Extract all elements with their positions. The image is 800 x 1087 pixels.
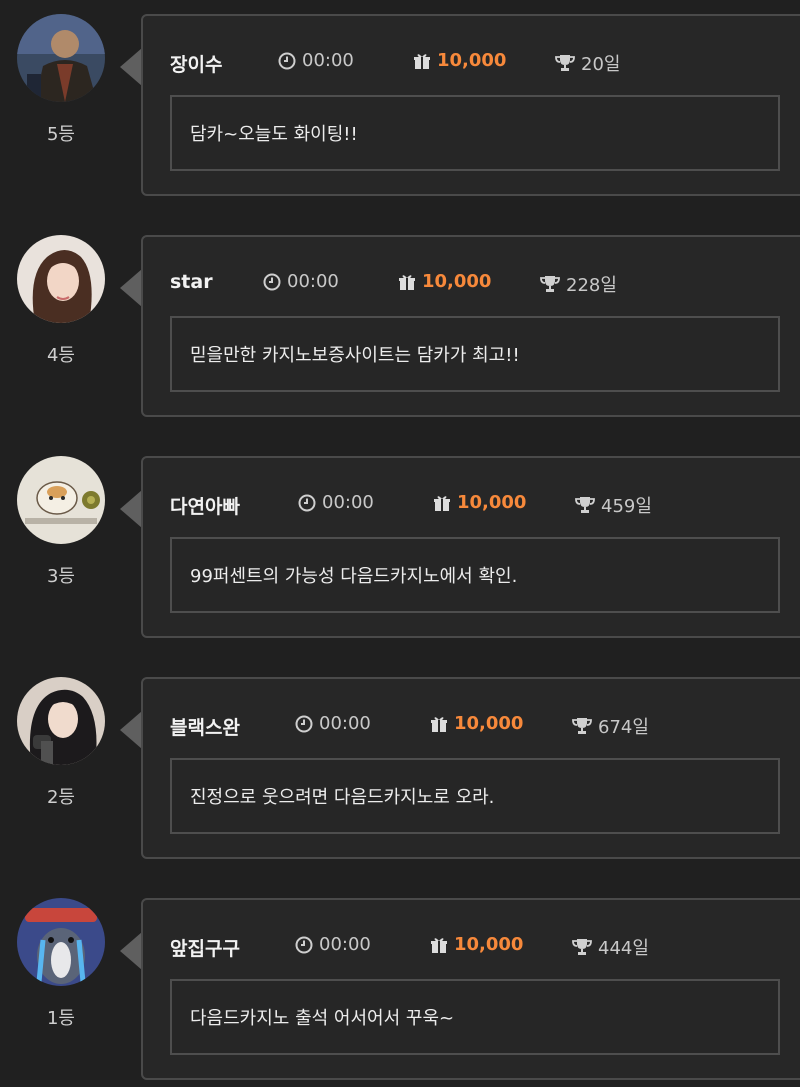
checkin-time: 00:00 (322, 492, 374, 513)
attendance-days: 459일 (601, 496, 652, 517)
user-name[interactable]: 다연아빠 (170, 492, 240, 519)
rank-label: 5등 (46, 124, 75, 145)
woman-microphone-avatar (17, 677, 105, 765)
trophy-icon (572, 938, 592, 956)
comment-message: 담카~오늘도 화이팅!! (170, 95, 780, 171)
reward-points: 10,000 (454, 713, 524, 734)
gift-icon (433, 494, 451, 512)
attendance-days: 20일 (581, 54, 621, 75)
checkin-time: 00:00 (319, 713, 371, 734)
attendance-entry: 2등 블랙스완 00:00 10,000 674일 진정으로 웃으려면 다음드카… (0, 677, 800, 863)
user-avatar[interactable] (17, 898, 105, 986)
clock-icon (263, 273, 281, 291)
trophy-icon (540, 275, 560, 293)
attendance-days: 674일 (598, 717, 649, 738)
woman-portrait-avatar (17, 235, 105, 323)
rank-label: 4등 (46, 345, 75, 366)
attendance-entry: 1등 앞집구구 00:00 10,000 444일 다음드카지노 출석 어서어서… (0, 898, 800, 1084)
checkin-time: 00:00 (319, 934, 371, 955)
comment-card: 다연아빠 00:00 10,000 459일 99퍼센트의 가능성 다음드카지노… (141, 456, 800, 638)
gift-icon (430, 715, 448, 733)
user-avatar[interactable] (17, 677, 105, 765)
hamster-drawing-avatar (17, 456, 105, 544)
user-avatar[interactable] (17, 235, 105, 323)
rank-label: 2등 (46, 787, 75, 808)
gift-icon (398, 273, 416, 291)
reward-points: 10,000 (422, 271, 492, 292)
comment-card: 블랙스완 00:00 10,000 674일 진정으로 웃으려면 다음드카지노로… (141, 677, 800, 859)
trophy-icon (572, 717, 592, 735)
clock-icon (278, 52, 296, 70)
user-avatar[interactable] (17, 456, 105, 544)
attendance-entry: 3등 다연아빠 00:00 10,000 459일 99퍼센트의 가능성 다음드… (0, 456, 800, 642)
comment-card: star 00:00 10,000 228일 믿을만한 카지노보증사이트는 담카… (141, 235, 800, 417)
clock-icon (295, 936, 313, 954)
man-in-coat-avatar (17, 14, 105, 102)
attendance-days: 228일 (566, 275, 617, 296)
card-pointer (120, 711, 142, 749)
reward-points: 10,000 (437, 50, 507, 71)
card-pointer (120, 490, 142, 528)
card-pointer (120, 48, 142, 86)
card-pointer (120, 932, 142, 970)
comment-card: 장이수 00:00 10,000 20일 담카~오늘도 화이팅!! (141, 14, 800, 196)
card-pointer (120, 269, 142, 307)
rank-label: 3등 (46, 566, 75, 587)
attendance-days: 444일 (598, 938, 649, 959)
reward-points: 10,000 (454, 934, 524, 955)
checkin-time: 00:00 (302, 50, 354, 71)
comment-card: 앞집구구 00:00 10,000 444일 다음드카지노 출석 어서어서 꾸욱… (141, 898, 800, 1080)
attendance-entry: 4등 star 00:00 10,000 228일 믿을만한 카지노보증사이트는… (0, 235, 800, 421)
trophy-icon (555, 54, 575, 72)
attendance-entry: 5등 장이수 00:00 10,000 20일 담카~오늘도 화이팅!! (0, 14, 800, 200)
clock-icon (298, 494, 316, 512)
user-name[interactable]: 블랙스완 (170, 713, 240, 740)
comment-message: 다음드카지노 출석 어서어서 꾸욱~ (170, 979, 780, 1055)
gift-icon (430, 936, 448, 954)
reward-points: 10,000 (457, 492, 527, 513)
user-avatar[interactable] (17, 14, 105, 102)
comment-message: 진정으로 웃으려면 다음드카지노로 오라. (170, 758, 780, 834)
user-name[interactable]: 장이수 (170, 50, 222, 77)
crying-bird-avatar (17, 898, 105, 986)
user-name[interactable]: 앞집구구 (170, 934, 240, 961)
checkin-time: 00:00 (287, 271, 339, 292)
comment-message: 믿을만한 카지노보증사이트는 담카가 최고!! (170, 316, 780, 392)
user-name[interactable]: star (170, 271, 213, 293)
comment-message: 99퍼센트의 가능성 다음드카지노에서 확인. (170, 537, 780, 613)
gift-icon (413, 52, 431, 70)
trophy-icon (575, 496, 595, 514)
clock-icon (295, 715, 313, 733)
rank-label: 1등 (46, 1008, 75, 1029)
